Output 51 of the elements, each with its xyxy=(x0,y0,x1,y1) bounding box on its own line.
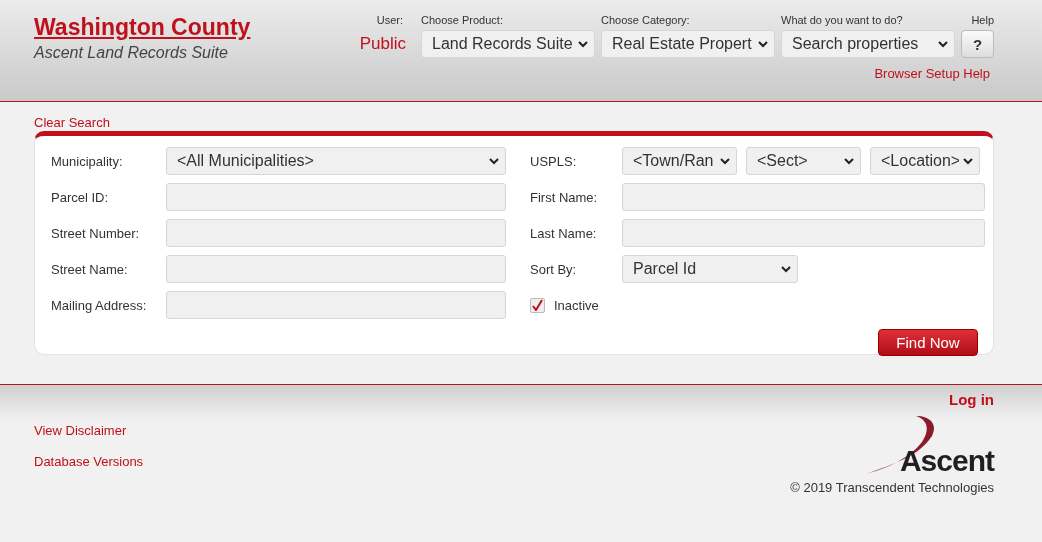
dropdown[interactable]: Parcel Id xyxy=(622,255,798,283)
clear-search-link[interactable]: Clear Search xyxy=(34,115,110,130)
field-label: Parcel ID: xyxy=(51,189,110,205)
field-label: First Name: xyxy=(530,189,599,205)
checkbox[interactable] xyxy=(530,297,545,313)
checkbox-label: Inactive xyxy=(554,297,599,313)
chevron-icon xyxy=(963,157,973,165)
dropdown[interactable]: <All Municipalities> xyxy=(166,147,506,175)
input-field[interactable] xyxy=(622,183,985,211)
chevron-icon xyxy=(758,40,768,48)
copyright-text: © 2019 Transcendent Technologies xyxy=(790,480,994,495)
user-value: Public xyxy=(359,33,407,55)
footer-link[interactable]: View Disclaimer xyxy=(34,423,144,438)
dropdown[interactable]: <Sect> xyxy=(746,147,861,175)
dropdown[interactable]: <Location> xyxy=(870,147,980,175)
footer-link[interactable]: Database Versions xyxy=(34,454,144,469)
dropdown[interactable]: Real Estate Propert xyxy=(601,30,775,58)
field-label: Street Number: xyxy=(51,225,141,241)
field-label: Street Name: xyxy=(51,261,129,277)
user-label: User: xyxy=(375,14,404,28)
help-button[interactable]: ? xyxy=(961,30,994,58)
input-field[interactable] xyxy=(166,183,506,211)
chevron-icon xyxy=(578,40,588,48)
chevron-icon xyxy=(489,157,499,165)
dropdown-label: Choose Product: xyxy=(421,14,504,28)
log-in-link[interactable]: Log in xyxy=(949,391,994,408)
check-icon xyxy=(532,299,543,311)
county-title[interactable]: Washington County xyxy=(34,14,251,41)
dropdown[interactable]: Search properties xyxy=(781,30,955,58)
chevron-icon xyxy=(720,157,730,165)
field-label: USPLS: xyxy=(530,153,578,169)
dropdown[interactable]: <Town/Ran xyxy=(622,147,737,175)
field-label: Mailing Address: xyxy=(51,297,148,313)
field-label: Municipality: xyxy=(51,153,124,169)
chevron-icon xyxy=(938,40,948,48)
input-field[interactable] xyxy=(166,291,506,319)
dropdown-label: What do you want to do? xyxy=(781,14,904,28)
input-field[interactable] xyxy=(622,219,985,247)
chevron-icon xyxy=(844,157,854,165)
find-now-button[interactable]: Find Now xyxy=(878,329,978,356)
suite-subtitle: Ascent Land Records Suite xyxy=(34,44,229,62)
dropdown[interactable]: Land Records Suite xyxy=(421,30,595,58)
dropdown-label: Choose Category: xyxy=(601,14,691,28)
field-label: Sort By: xyxy=(530,261,578,277)
browser-setup-help-link[interactable]: Browser Setup Help xyxy=(359,66,994,81)
ascent-logo: Ascent xyxy=(899,446,994,476)
input-field[interactable] xyxy=(166,219,506,247)
help-label: Help xyxy=(970,14,994,28)
chevron-icon xyxy=(781,265,791,273)
input-field[interactable] xyxy=(166,255,506,283)
field-label: Last Name: xyxy=(530,225,598,241)
